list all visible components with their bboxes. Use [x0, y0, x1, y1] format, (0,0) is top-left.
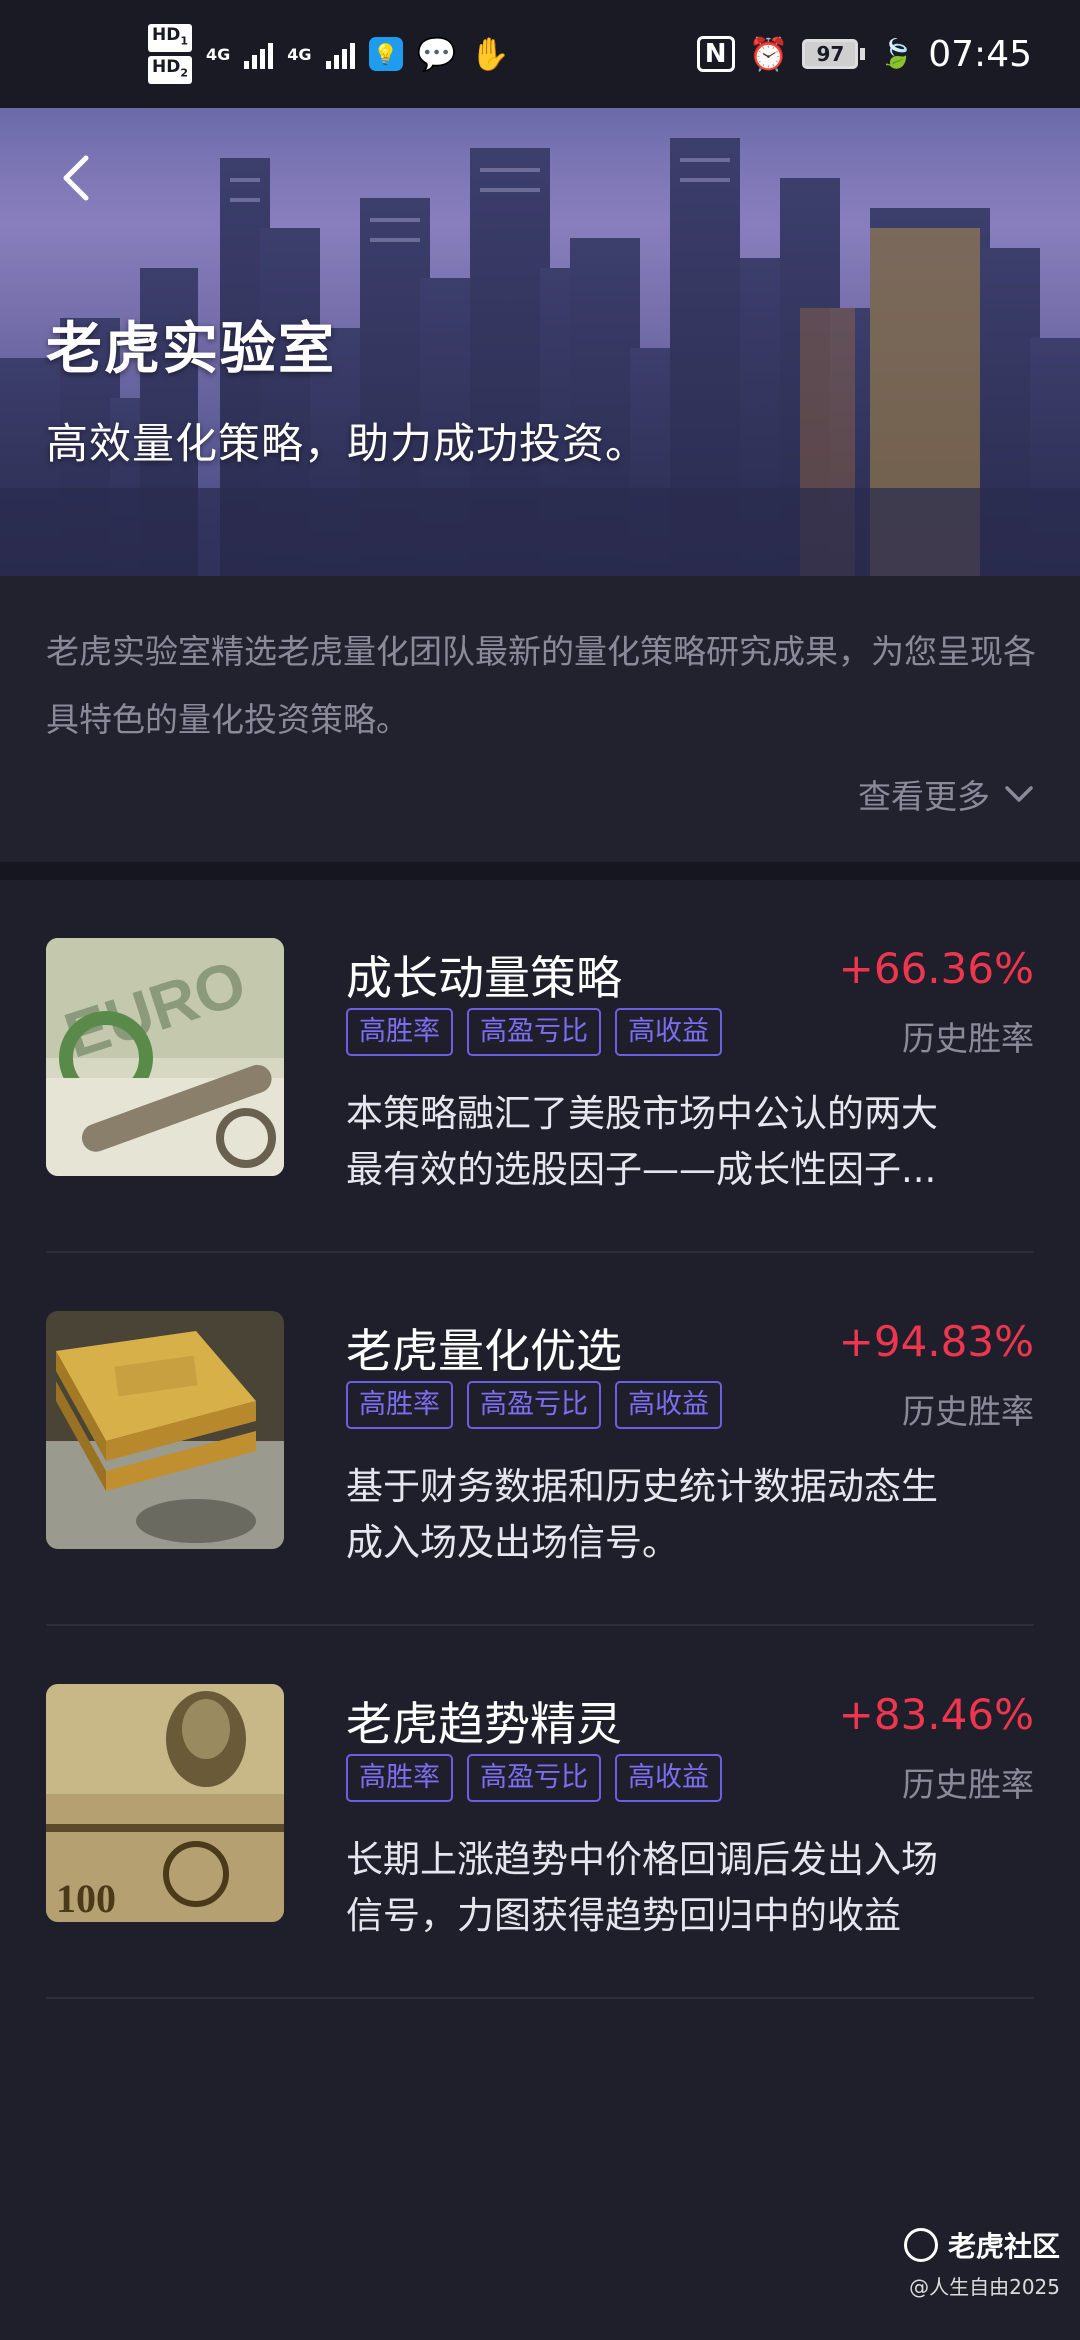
tag-high-pnl-ratio: 高盈亏比: [467, 1754, 601, 1802]
lightbulb-app-icon: 💡: [368, 37, 403, 71]
tag-high-win-rate: 高胜率: [346, 1381, 453, 1429]
clock: 07:45: [928, 33, 1032, 75]
strategy-thumbnail-dollar-bills: 100: [46, 1684, 284, 1922]
strategy-description: 基于财务数据和历史统计数据动态生 成入场及出场信号。: [346, 1459, 1036, 1571]
status-left: HD1 HD2 4G 4G 💡 💬 ✋: [148, 23, 511, 85]
battery-level: 97: [816, 42, 845, 66]
row-divider: [46, 1997, 1034, 1999]
strategy-description-line2: 最有效的选股因子——成长性因子...: [346, 1148, 937, 1191]
strategy-description-line1: 本策略融汇了美股市场中公认的两大: [346, 1092, 938, 1135]
page-subtitle: 高效量化策略，助力成功投资。: [46, 419, 649, 468]
battery-icon: 97: [802, 39, 866, 69]
strategy-tags: 高胜率 高盈亏比 高收益: [346, 1754, 722, 1802]
tag-high-return: 高收益: [615, 1754, 722, 1802]
intro-text: 老虎实验室精选老虎量化团队最新的量化策略研究成果，为您呈现各具特色的量化投资策略…: [46, 632, 1036, 739]
strategy-description-line1: 长期上涨趋势中价格回调后发出入场: [346, 1838, 938, 1881]
section-divider: [0, 862, 1080, 880]
tag-high-win-rate: 高胜率: [346, 1754, 453, 1802]
strategy-win-rate: +83.46%: [838, 1690, 1034, 1739]
see-more-button[interactable]: 查看更多: [858, 770, 1034, 818]
strategy-name: 成长动量策略: [346, 951, 622, 1005]
tag-high-win-rate: 高胜率: [346, 1008, 453, 1056]
hd1-badge: HD1: [148, 23, 192, 52]
watermark-brand: 老虎社区: [903, 2225, 1060, 2265]
strategy-tags: 高胜率 高盈亏比 高收益: [346, 1381, 722, 1429]
network-type-1: 4G: [206, 44, 231, 64]
strategy-list: EURO 成长动量策略 +66.36% 历史胜率 高胜率 高盈亏比 高收益 本策…: [0, 880, 1080, 1999]
strategy-card[interactable]: 老虎量化优选 +94.83% 历史胜率 高胜率 高盈亏比 高收益 基于财务数据和…: [0, 1253, 1080, 1626]
intro-section: 老虎实验室精选老虎量化团队最新的量化策略研究成果，为您呈现各具特色的量化投资策略…: [0, 576, 1080, 862]
strategy-tags: 高胜率 高盈亏比 高收益: [346, 1008, 722, 1056]
watermark: 老虎社区 @人生自由2025: [903, 2225, 1060, 2300]
hd-indicators: HD1 HD2: [148, 23, 192, 85]
strategy-win-rate: +94.83%: [838, 1317, 1034, 1366]
tiger-community-logo-icon: [903, 2228, 938, 2262]
status-bar: HD1 HD2 4G 4G 💡 💬 ✋ N ⏰ 97 🍃 07:45: [0, 0, 1080, 108]
alarm-icon: ⏰: [748, 35, 789, 73]
signal-icon-1: [244, 39, 274, 69]
hd2-badge: HD2: [148, 56, 192, 85]
strategy-card[interactable]: 100 老虎趋势精灵 +83.46% 历史胜率 高胜率 高盈亏比 高收益 长期上…: [0, 1626, 1080, 1999]
strategy-card[interactable]: EURO 成长动量策略 +66.36% 历史胜率 高胜率 高盈亏比 高收益 本策…: [0, 880, 1080, 1253]
hero-banner: 老虎实验室 高效量化策略，助力成功投资。: [0, 108, 1080, 576]
strategy-description-line1: 基于财务数据和历史统计数据动态生: [346, 1465, 938, 1508]
strategy-description: 长期上涨趋势中价格回调后发出入场 信号，力图获得趋势回归中的收益: [346, 1832, 1036, 1944]
tag-high-return: 高收益: [615, 1381, 722, 1429]
strategy-thumbnail-gold-bars: [46, 1311, 284, 1549]
chat-bubble-icon: 💬: [416, 35, 457, 73]
strategy-win-rate-label: 历史胜率: [902, 1765, 1034, 1804]
strategy-name: 老虎量化优选: [346, 1324, 622, 1378]
strategy-description: 本策略融汇了美股市场中公认的两大 最有效的选股因子——成长性因子...: [346, 1086, 1036, 1198]
nfc-icon: N: [696, 36, 735, 72]
tag-high-pnl-ratio: 高盈亏比: [467, 1381, 601, 1429]
leaf-icon: 🍃: [879, 37, 915, 70]
chevron-down-icon: [1005, 786, 1033, 802]
page-title: 老虎实验室: [46, 317, 336, 382]
strategy-description-line2: 成入场及出场信号。: [346, 1521, 679, 1564]
signal-icon-2: [325, 39, 355, 69]
watermark-brand-label: 老虎社区: [947, 2230, 1060, 2263]
strategy-win-rate: +66.36%: [838, 944, 1034, 993]
watermark-user: @人生自由2025: [909, 2275, 1060, 2299]
network-type-2: 4G: [287, 44, 312, 64]
strategy-win-rate-label: 历史胜率: [902, 1392, 1034, 1431]
strategy-win-rate-label: 历史胜率: [902, 1019, 1034, 1058]
tag-high-pnl-ratio: 高盈亏比: [467, 1008, 601, 1056]
strategy-thumbnail-euro-key: EURO: [46, 938, 284, 1176]
back-arrow-icon[interactable]: [50, 148, 110, 208]
hand-shield-icon: ✋: [470, 35, 511, 73]
status-right: N ⏰ 97 🍃 07:45: [696, 33, 1032, 75]
strategy-name: 老虎趋势精灵: [346, 1697, 622, 1751]
svg-text:100: 100: [56, 1876, 116, 1921]
tag-high-return: 高收益: [615, 1008, 722, 1056]
see-more-label: 查看更多: [858, 777, 990, 816]
strategy-description-line2: 信号，力图获得趋势回归中的收益: [346, 1894, 901, 1937]
